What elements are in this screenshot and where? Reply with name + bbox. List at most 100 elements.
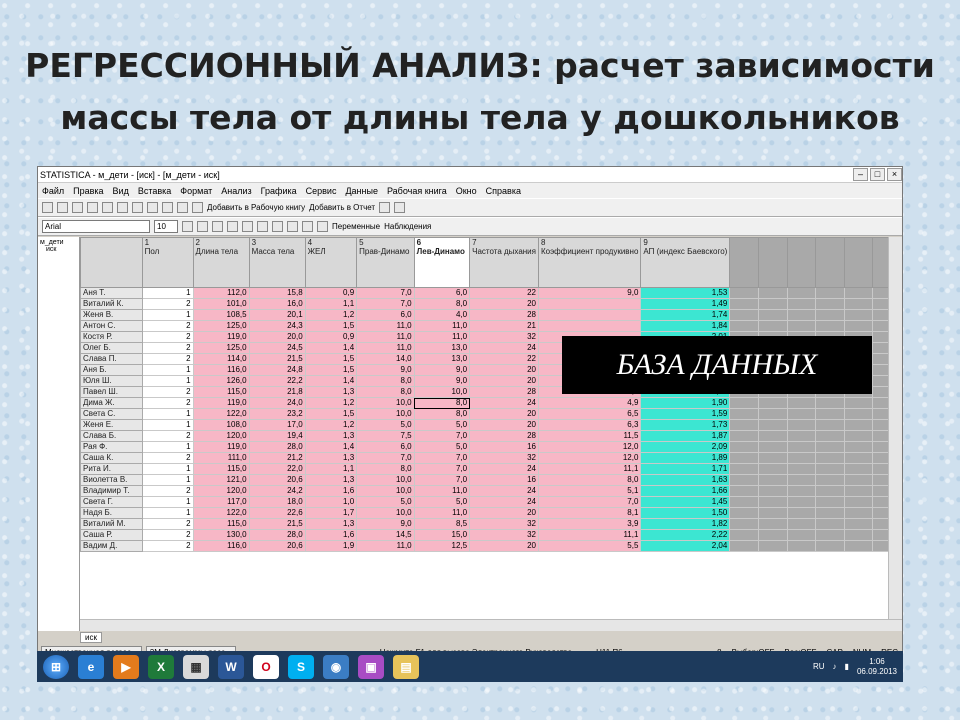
- empty-cell[interactable]: [786, 463, 817, 475]
- data-cell[interactable]: 1,84: [640, 320, 731, 332]
- empty-cell[interactable]: [815, 540, 845, 552]
- data-cell[interactable]: 11,0: [413, 507, 471, 519]
- empty-cell[interactable]: [815, 496, 845, 508]
- data-cell[interactable]: 17,0: [248, 419, 306, 431]
- network-icon[interactable]: ▮: [845, 662, 849, 671]
- empty-cell[interactable]: [843, 518, 874, 530]
- table-row[interactable]: Антон С. 2 125,0 24,3 1,5 11,0 11,0 21 1,84: [80, 320, 902, 332]
- row-label[interactable]: Саша Р.: [80, 529, 143, 541]
- empty-cell[interactable]: [786, 309, 817, 321]
- data-cell[interactable]: 6,0: [356, 441, 415, 453]
- menu-insert[interactable]: Вставка: [138, 186, 171, 196]
- close-button[interactable]: ×: [887, 168, 902, 181]
- data-cell[interactable]: 1,3: [304, 518, 358, 530]
- table-row[interactable]: Виталий М. 2 115,0 21,5 1,3 9,0 8,5 32 3,9 1,82: [80, 518, 902, 530]
- volume-icon[interactable]: ♪: [833, 662, 837, 671]
- data-cell[interactable]: 11,0: [356, 331, 415, 343]
- empty-cell[interactable]: [786, 408, 817, 420]
- table-row[interactable]: Владимир Т. 2 120,0 24,2 1,6 10,0 11,0 24 5,1 1,6…: [80, 485, 902, 497]
- data-cell[interactable]: 1,89: [640, 452, 731, 464]
- language-indicator[interactable]: RU: [813, 662, 825, 671]
- table-row[interactable]: Света С. 1 122,0 23,2 1,5 10,0 8,0 20 6,5 1,59: [80, 408, 902, 420]
- table-row[interactable]: Саша К. 2 111,0 21,2 1,3 7,0 7,0 32 12,0 1,89: [80, 452, 902, 464]
- data-cell[interactable]: 14,0: [356, 353, 415, 365]
- menu-format[interactable]: Формат: [180, 186, 212, 196]
- menu-graphics[interactable]: Графика: [261, 186, 297, 196]
- data-cell[interactable]: 1,2: [304, 397, 358, 409]
- data-cell[interactable]: 21,2: [248, 452, 306, 464]
- data-cell[interactable]: 10,0: [356, 507, 415, 519]
- column-header[interactable]: 5 Прав-Динамо: [356, 237, 415, 288]
- data-cell[interactable]: 11,0: [413, 320, 471, 332]
- data-cell[interactable]: 125,0: [192, 320, 250, 332]
- data-cell[interactable]: 15,8: [248, 287, 306, 299]
- data-cell[interactable]: 115,0: [192, 463, 250, 475]
- font-select[interactable]: Arial: [42, 220, 150, 233]
- data-cell[interactable]: [537, 298, 642, 310]
- empty-cell[interactable]: [843, 298, 874, 310]
- undo-icon[interactable]: [162, 202, 173, 213]
- data-cell[interactable]: 1,53: [640, 287, 731, 299]
- empty-cell[interactable]: [815, 309, 845, 321]
- data-cell[interactable]: 108,5: [192, 309, 250, 321]
- empty-cell[interactable]: [757, 309, 788, 321]
- empty-cell[interactable]: [757, 474, 788, 486]
- empty-cell[interactable]: [757, 540, 788, 552]
- align-right-icon[interactable]: [257, 221, 268, 232]
- empty-cell[interactable]: [729, 529, 759, 541]
- data-cell[interactable]: 9,0: [356, 518, 415, 530]
- data-cell[interactable]: 7,0: [356, 452, 415, 464]
- save-icon[interactable]: [72, 202, 83, 213]
- horizontal-scrollbar[interactable]: [80, 619, 902, 631]
- empty-cell[interactable]: [729, 408, 759, 420]
- table-row[interactable]: Вадим Д. 2 116,0 20,6 1,9 11,0 12,5 20 5,5 2,04: [80, 540, 902, 552]
- empty-cell[interactable]: [843, 529, 874, 541]
- row-label[interactable]: Слава П.: [80, 353, 143, 365]
- data-cell[interactable]: 20: [469, 375, 539, 387]
- data-cell[interactable]: 9,0: [413, 375, 471, 387]
- data-cell[interactable]: 2: [141, 386, 194, 398]
- row-label[interactable]: Вадим Д.: [80, 540, 143, 552]
- row-label[interactable]: Рита И.: [80, 463, 143, 475]
- empty-cell[interactable]: [729, 287, 759, 299]
- data-cell[interactable]: 122,0: [192, 408, 250, 420]
- empty-cell[interactable]: [843, 441, 874, 453]
- empty-cell[interactable]: [729, 441, 759, 453]
- empty-cell[interactable]: [757, 320, 788, 332]
- data-cell[interactable]: 11,5: [537, 430, 642, 442]
- print-icon[interactable]: [87, 202, 98, 213]
- add-report-button[interactable]: Добавить в Отчет: [309, 203, 375, 212]
- empty-cell[interactable]: [757, 408, 788, 420]
- data-cell[interactable]: 4,0: [413, 309, 471, 321]
- data-cell[interactable]: 9,0: [537, 287, 642, 299]
- observations-button[interactable]: Наблюдения: [384, 222, 431, 231]
- data-cell[interactable]: 2: [141, 397, 194, 409]
- data-cell[interactable]: 1: [141, 474, 194, 486]
- data-cell[interactable]: 111,0: [192, 452, 250, 464]
- empty-cell[interactable]: [786, 507, 817, 519]
- data-cell[interactable]: 7,0: [413, 474, 471, 486]
- data-cell[interactable]: 24: [469, 397, 539, 409]
- data-cell[interactable]: 12,5: [413, 540, 471, 552]
- data-cell[interactable]: 4,9: [537, 397, 642, 409]
- data-cell[interactable]: 125,0: [192, 342, 250, 354]
- data-cell[interactable]: 2: [141, 485, 194, 497]
- data-cell[interactable]: 1,66: [640, 485, 731, 497]
- data-cell[interactable]: [537, 320, 642, 332]
- data-cell[interactable]: 21,8: [248, 386, 306, 398]
- data-cell[interactable]: 20,6: [248, 474, 306, 486]
- word-icon[interactable]: W: [218, 654, 244, 679]
- data-cell[interactable]: 1: [141, 419, 194, 431]
- table-row[interactable]: Дима Ж. 2 119,0 24,0 1,2 10,0 8,0 24 4,9 1,90: [80, 397, 902, 409]
- empty-column-header[interactable]: [757, 237, 788, 288]
- empty-cell[interactable]: [729, 430, 759, 442]
- open-icon[interactable]: [57, 202, 68, 213]
- grid-icon[interactable]: [302, 221, 313, 232]
- fill-color-icon[interactable]: [287, 221, 298, 232]
- data-cell[interactable]: 16: [469, 441, 539, 453]
- empty-cell[interactable]: [757, 298, 788, 310]
- data-cell[interactable]: 9,0: [413, 364, 471, 376]
- data-cell[interactable]: 32: [469, 452, 539, 464]
- data-cell[interactable]: 2,22: [640, 529, 731, 541]
- data-cell[interactable]: 1: [141, 364, 194, 376]
